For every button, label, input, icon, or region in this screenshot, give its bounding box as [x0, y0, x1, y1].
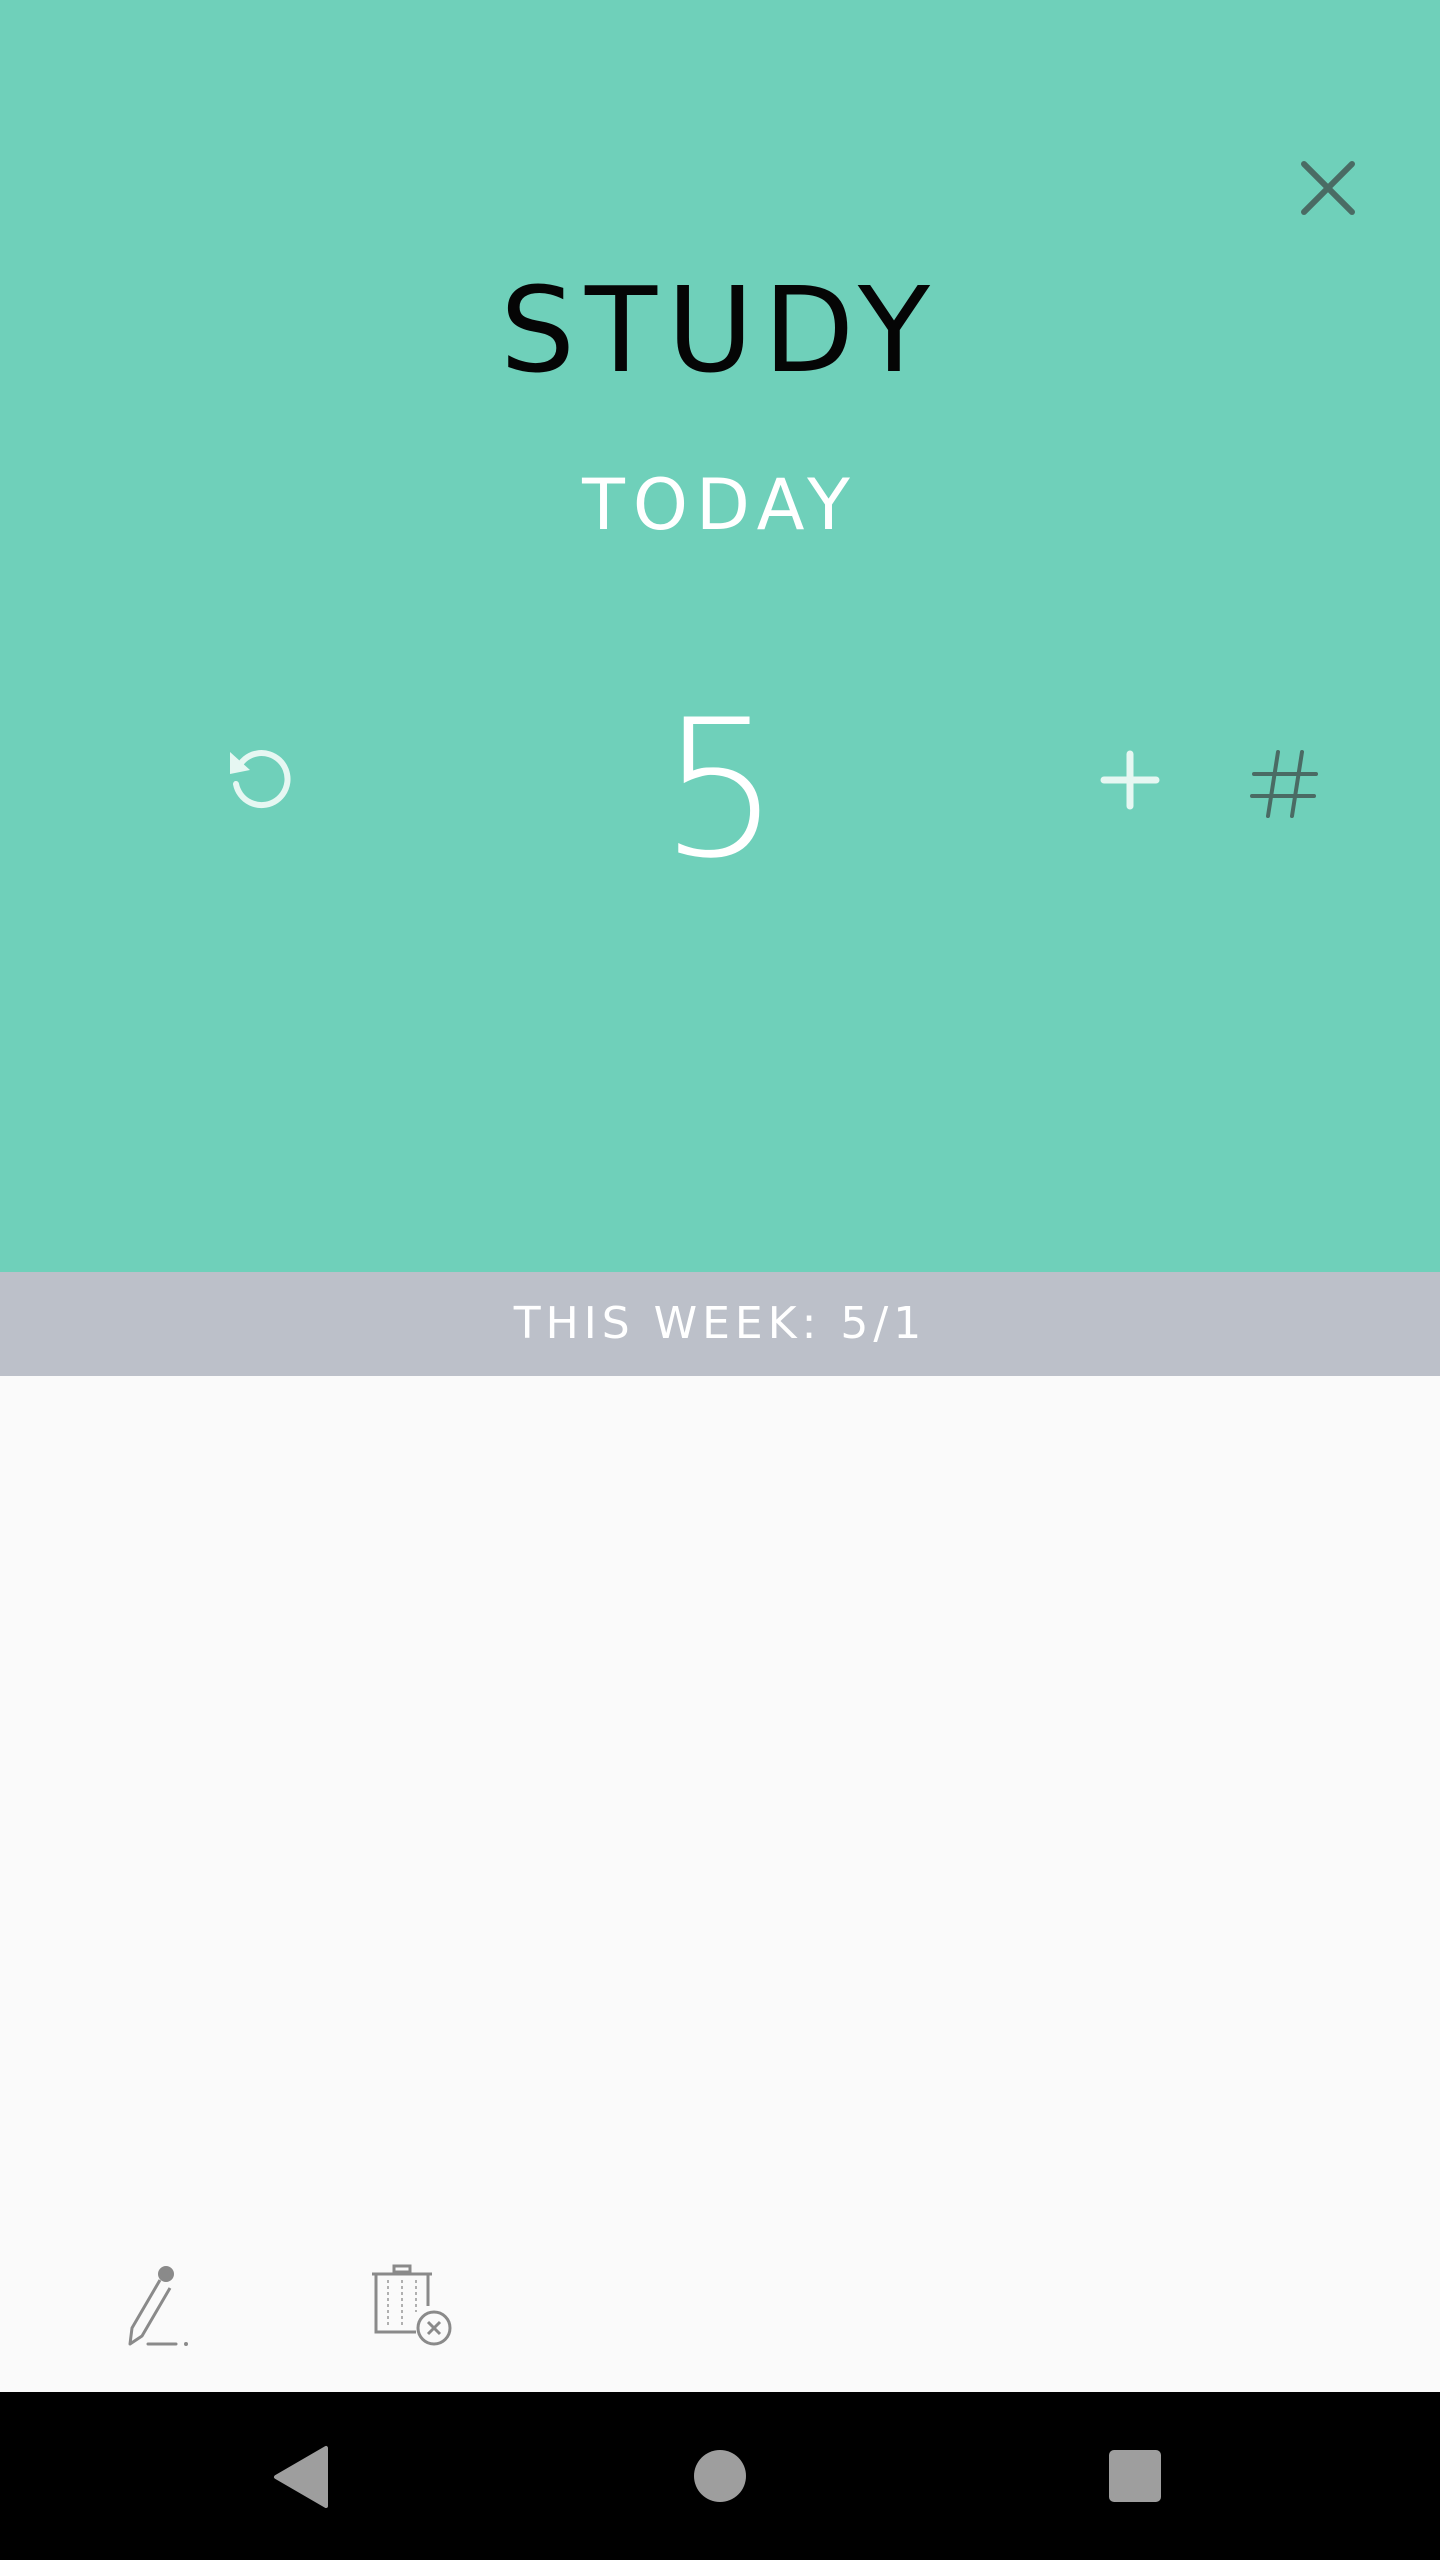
system-nav-bar — [0, 2392, 1440, 2560]
nav-recents-button[interactable] — [1109, 2450, 1161, 2502]
page-title: STUDY — [500, 261, 940, 399]
counter-panel: STUDY TODAY 5 — [0, 0, 1440, 1272]
period-label: TODAY — [582, 464, 858, 546]
trash-icon — [372, 2264, 452, 2346]
counter-value: 5 — [659, 679, 781, 900]
close-button[interactable] — [1280, 140, 1376, 236]
close-icon — [1301, 161, 1355, 215]
hash-icon — [1250, 750, 1318, 818]
week-summary-bar: THIS WEEK: 5/1 — [0, 1272, 1440, 1376]
plus-icon — [1100, 750, 1160, 810]
week-summary-text: THIS WEEK: 5/1 — [513, 1298, 927, 1349]
pencil-icon — [128, 2266, 188, 2346]
delete-button[interactable] — [368, 2262, 458, 2352]
set-number-button[interactable] — [1240, 738, 1330, 828]
content-area — [0, 1376, 1440, 2392]
add-button[interactable] — [1090, 740, 1170, 820]
screen: STUDY TODAY 5 THIS WEEK: 5/1 — [0, 0, 1440, 2560]
nav-back-button[interactable] — [268, 2442, 338, 2512]
back-triangle-icon — [274, 2446, 328, 2508]
edit-button[interactable] — [120, 2262, 200, 2352]
nav-home-button[interactable] — [694, 2450, 746, 2502]
